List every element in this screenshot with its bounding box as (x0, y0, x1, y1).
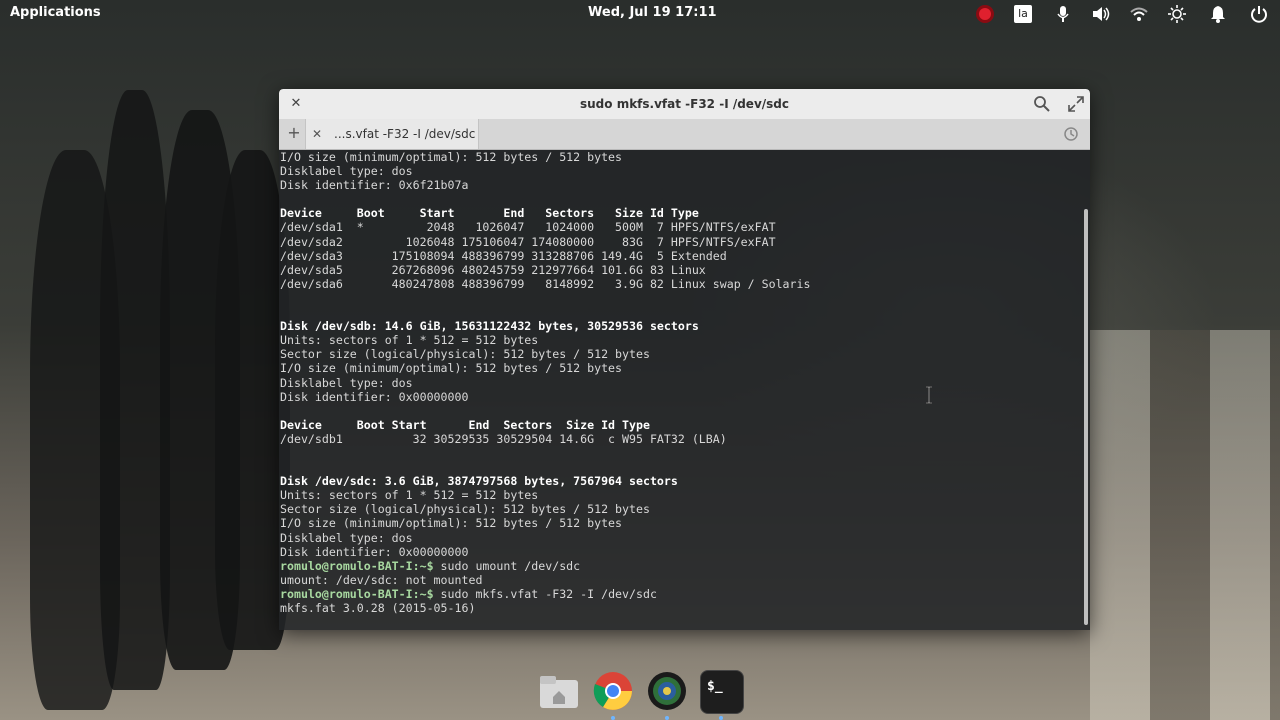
record-icon[interactable] (974, 3, 996, 25)
terminal-line: I/O size (minimum/optimal): 512 bytes / … (280, 516, 1080, 530)
terminal-line: /dev/sda5 267268096 480245759 212977664 … (280, 263, 1080, 277)
line-text: mkfs.fat 3.0.28 (2015-05-16) (280, 601, 476, 615)
terminal-output[interactable]: I/O size (minimum/optimal): 512 bytes / … (280, 150, 1080, 628)
line-text: Device Boot Start End Sectors Size Id Ty… (280, 417, 650, 432)
terminal-line: I/O size (minimum/optimal): 512 bytes / … (280, 361, 1080, 375)
line-text: Disk identifier: 0x6f21b07a (280, 178, 469, 193)
window-title: sudo mkfs.vfat -F32 -I /dev/sdc (580, 97, 789, 111)
maximize-icon[interactable] (1067, 95, 1085, 113)
line-text: umount: /dev/sdc: not mounted (280, 572, 483, 587)
terminal-line: /dev/sda6 480247808 488396799 8148992 3.… (280, 277, 1080, 291)
terminal-line: Disklabel type: dos (280, 531, 1080, 545)
terminal-line: Disk identifier: 0x00000000 (280, 545, 1080, 559)
line-text: Disk identifier: 0x00000000 (280, 544, 469, 559)
terminal-line: Disk identifier: 0x6f21b07a (280, 178, 1080, 192)
line-text: Units: sectors of 1 * 512 = 512 bytes (280, 333, 539, 348)
terminal-line: umount: /dev/sdc: not mounted (280, 573, 1080, 587)
shell-prompt: romulo@romulo-BAT-I:~$ (280, 558, 434, 573)
line-text: Disk /dev/sdc: 3.6 GiB, 3874797568 bytes… (280, 474, 678, 489)
text-cursor-icon (926, 386, 932, 404)
tab-bar: + ✕ ...s.vfat -F32 -I /dev/sdc (279, 119, 1090, 150)
line-text: Disklabel type: dos (280, 530, 413, 545)
notifications-icon[interactable] (1207, 3, 1229, 25)
keyboard-layout-icon[interactable]: la (1012, 3, 1034, 25)
top-panel: Applications Wed, Jul 19 17:11 la (0, 0, 1280, 28)
line-text: Device Boot Start End Sectors Size Id Ty… (280, 206, 699, 221)
terminal-line: Disk /dev/sdc: 3.6 GiB, 3874797568 bytes… (280, 474, 1080, 488)
terminal-line: Disklabel type: dos (280, 376, 1080, 390)
line-text: /dev/sda1 * 2048 1026047 1024000 500M 7 … (280, 220, 776, 235)
clock[interactable]: Wed, Jul 19 17:11 (588, 5, 717, 20)
terminal-line: Disk identifier: 0x00000000 (280, 390, 1080, 404)
terminal-line: /dev/sda2 1026048 175106047 174080000 83… (280, 235, 1080, 249)
scrollbar[interactable] (1084, 209, 1088, 625)
line-text: /dev/sda2 1026048 175106047 174080000 83… (280, 234, 776, 249)
terminal-tab[interactable]: ✕ ...s.vfat -F32 -I /dev/sdc (305, 119, 479, 149)
terminal-line: /dev/sda3 175108094 488396799 313288706 … (280, 249, 1080, 263)
microphone-icon[interactable] (1052, 3, 1074, 25)
terminal-line: /dev/sda1 * 2048 1026047 1024000 500M 7 … (280, 220, 1080, 234)
files-icon[interactable] (538, 670, 580, 712)
line-text: I/O size (minimum/optimal): 512 bytes / … (280, 516, 623, 531)
terminal-line: mkfs.fat 3.0.28 (2015-05-16) (280, 601, 1080, 615)
terminal-line: Sector size (logical/physical): 512 byte… (280, 347, 1080, 361)
line-text: /dev/sdb1 32 30529535 30529504 14.6G c W… (280, 431, 727, 446)
line-text: /dev/sda3 175108094 488396799 313288706 … (280, 248, 727, 263)
line-text: Disk /dev/sdb: 14.6 GiB, 15631122432 byt… (280, 319, 699, 334)
tab-label: ...s.vfat -F32 -I /dev/sdc (334, 127, 476, 141)
terminal-line: /dev/sdb1 32 30529535 30529504 14.6G c W… (280, 432, 1080, 446)
terminal-line: romulo@romulo-BAT-I:~$ sudo umount /dev/… (280, 559, 1080, 573)
shell-prompt: romulo@romulo-BAT-I:~$ (280, 586, 434, 601)
line-text: Disklabel type: dos (280, 164, 413, 179)
terminal-line: romulo@romulo-BAT-I:~$ sudo mkfs.vfat -F… (280, 587, 1080, 601)
line-text: /dev/sda5 267268096 480245759 212977664 … (280, 262, 706, 277)
line-text: /dev/sda6 480247808 488396799 8148992 3.… (280, 276, 811, 291)
terminal-line: Sector size (logical/physical): 512 byte… (280, 502, 1080, 516)
line-text: sudo mkfs.vfat -F32 -I /dev/sdc (433, 586, 657, 601)
terminal-glyph: $_ (707, 679, 723, 694)
terminal-line: Units: sectors of 1 * 512 = 512 bytes (280, 333, 1080, 347)
terminal-line: Disk /dev/sdb: 14.6 GiB, 15631122432 byt… (280, 319, 1080, 333)
line-text: Disklabel type: dos (280, 375, 413, 390)
window-titlebar[interactable]: ✕ sudo mkfs.vfat -F32 -I /dev/sdc (279, 89, 1090, 119)
terminal-line: Device Boot Start End Sectors Size Id Ty… (280, 206, 1080, 220)
line-text: I/O size (minimum/optimal): 512 bytes / … (280, 150, 623, 164)
volume-icon[interactable] (1090, 3, 1112, 25)
history-icon[interactable] (1063, 126, 1079, 142)
terminal-window: ✕ sudo mkfs.vfat -F32 -I /dev/sdc + ✕ ..… (279, 89, 1090, 630)
keyboard-layout-label: la (1014, 5, 1032, 23)
line-text: Sector size (logical/physical): 512 byte… (280, 502, 650, 517)
search-icon[interactable] (1033, 95, 1051, 113)
browser-icon[interactable] (646, 670, 688, 712)
terminal-line: I/O size (minimum/optimal): 512 bytes / … (280, 150, 1080, 164)
tab-close-icon[interactable]: ✕ (312, 127, 322, 141)
line-text: sudo umount /dev/sdc (433, 558, 581, 573)
line-text: Disk identifier: 0x00000000 (280, 389, 469, 404)
dock: $_ (530, 664, 750, 720)
applications-menu[interactable]: Applications (10, 5, 101, 20)
terminal-line: Device Boot Start End Sectors Size Id Ty… (280, 418, 1080, 432)
terminal-icon[interactable]: $_ (700, 670, 744, 714)
brightness-icon[interactable] (1166, 3, 1188, 25)
line-text: I/O size (minimum/optimal): 512 bytes / … (280, 361, 623, 376)
line-text: Sector size (logical/physical): 512 byte… (280, 347, 650, 362)
chrome-icon[interactable] (592, 670, 634, 712)
new-tab-button[interactable]: + (285, 124, 303, 142)
wifi-icon[interactable] (1128, 3, 1150, 25)
line-text: Units: sectors of 1 * 512 = 512 bytes (280, 488, 539, 503)
terminal-line: Units: sectors of 1 * 512 = 512 bytes (280, 488, 1080, 502)
terminal-line: Disklabel type: dos (280, 164, 1080, 178)
power-icon[interactable] (1248, 3, 1270, 25)
